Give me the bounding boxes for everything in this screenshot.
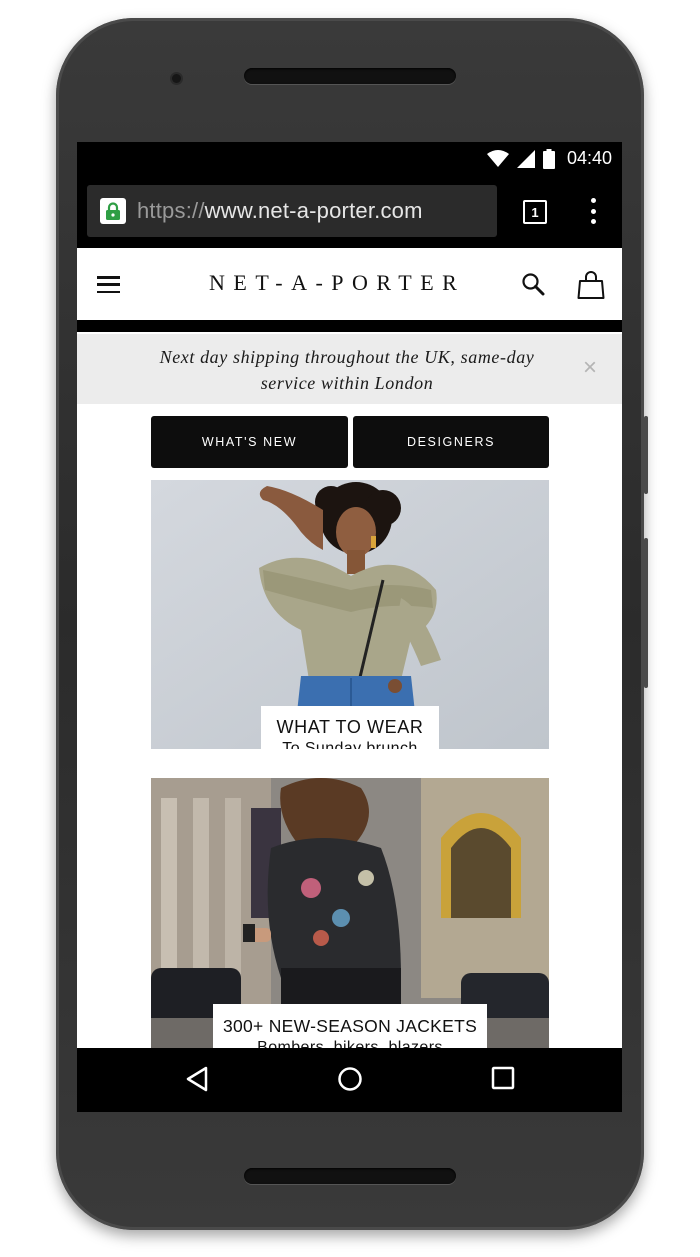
designers-button[interactable]: DESIGNERS (353, 416, 549, 468)
promo-new-season-jackets[interactable]: 300+ NEW-SEASON JACKETS Bombers, bikers,… (151, 778, 549, 1048)
promo-subtitle: To Sunday brunch (282, 740, 418, 749)
header-divider (77, 320, 622, 332)
overflow-menu-icon[interactable] (587, 198, 599, 224)
site-logo[interactable]: NET-A-PORTER (209, 270, 465, 296)
signal-icon (516, 149, 535, 168)
hamburger-menu-icon[interactable] (97, 276, 120, 293)
whats-new-button[interactable]: WHAT'S NEW (151, 416, 348, 468)
lock-icon[interactable] (100, 198, 126, 224)
promo-subtitle: Bombers, bikers, blazers (257, 1039, 443, 1048)
back-icon[interactable] (185, 1066, 209, 1092)
battery-icon (542, 148, 555, 169)
promo-caption: WHAT TO WEAR To Sunday brunch (261, 706, 439, 749)
shopping-bag-icon[interactable] (577, 270, 605, 300)
power-button (644, 416, 648, 494)
home-icon[interactable] (337, 1066, 363, 1092)
android-nav-bar (77, 1048, 622, 1112)
url-text: https://www.net-a-porter.com (137, 198, 423, 224)
web-content: NET-A-PORTER Next day shipping throughou… (77, 248, 622, 1048)
site-header: NET-A-PORTER (77, 248, 622, 320)
promo-caption: 300+ NEW-SEASON JACKETS Bombers, bikers,… (213, 1004, 487, 1048)
search-icon[interactable] (521, 272, 545, 296)
status-time: 04:40 (566, 148, 612, 168)
recents-icon[interactable] (491, 1066, 515, 1090)
shipping-banner: Next day shipping throughout the UK, sam… (77, 334, 622, 404)
tab-switcher-icon[interactable]: 1 (523, 200, 547, 224)
browser-toolbar: https://www.net-a-porter.com 1 (77, 174, 622, 248)
bottom-speaker (244, 1168, 456, 1184)
address-bar[interactable]: https://www.net-a-porter.com (87, 185, 497, 237)
banner-text: Next day shipping throughout the UK, sam… (159, 347, 535, 393)
url-scheme: https:// (137, 198, 205, 223)
front-camera (172, 74, 181, 83)
volume-button (644, 538, 648, 688)
promo-title: WHAT TO WEAR (276, 717, 424, 737)
phone-screen: 04:40 https://www.net-a-porter.com 1 NET… (77, 142, 622, 1112)
wifi-icon (486, 149, 509, 167)
close-icon[interactable]: × (583, 356, 597, 380)
earpiece-speaker (244, 68, 456, 84)
url-host: www.net-a-porter.com (204, 198, 423, 223)
promo-what-to-wear[interactable]: WHAT TO WEAR To Sunday brunch (151, 480, 549, 749)
promo-title: 300+ NEW-SEASON JACKETS (222, 1016, 478, 1036)
status-bar: 04:40 (77, 142, 622, 174)
